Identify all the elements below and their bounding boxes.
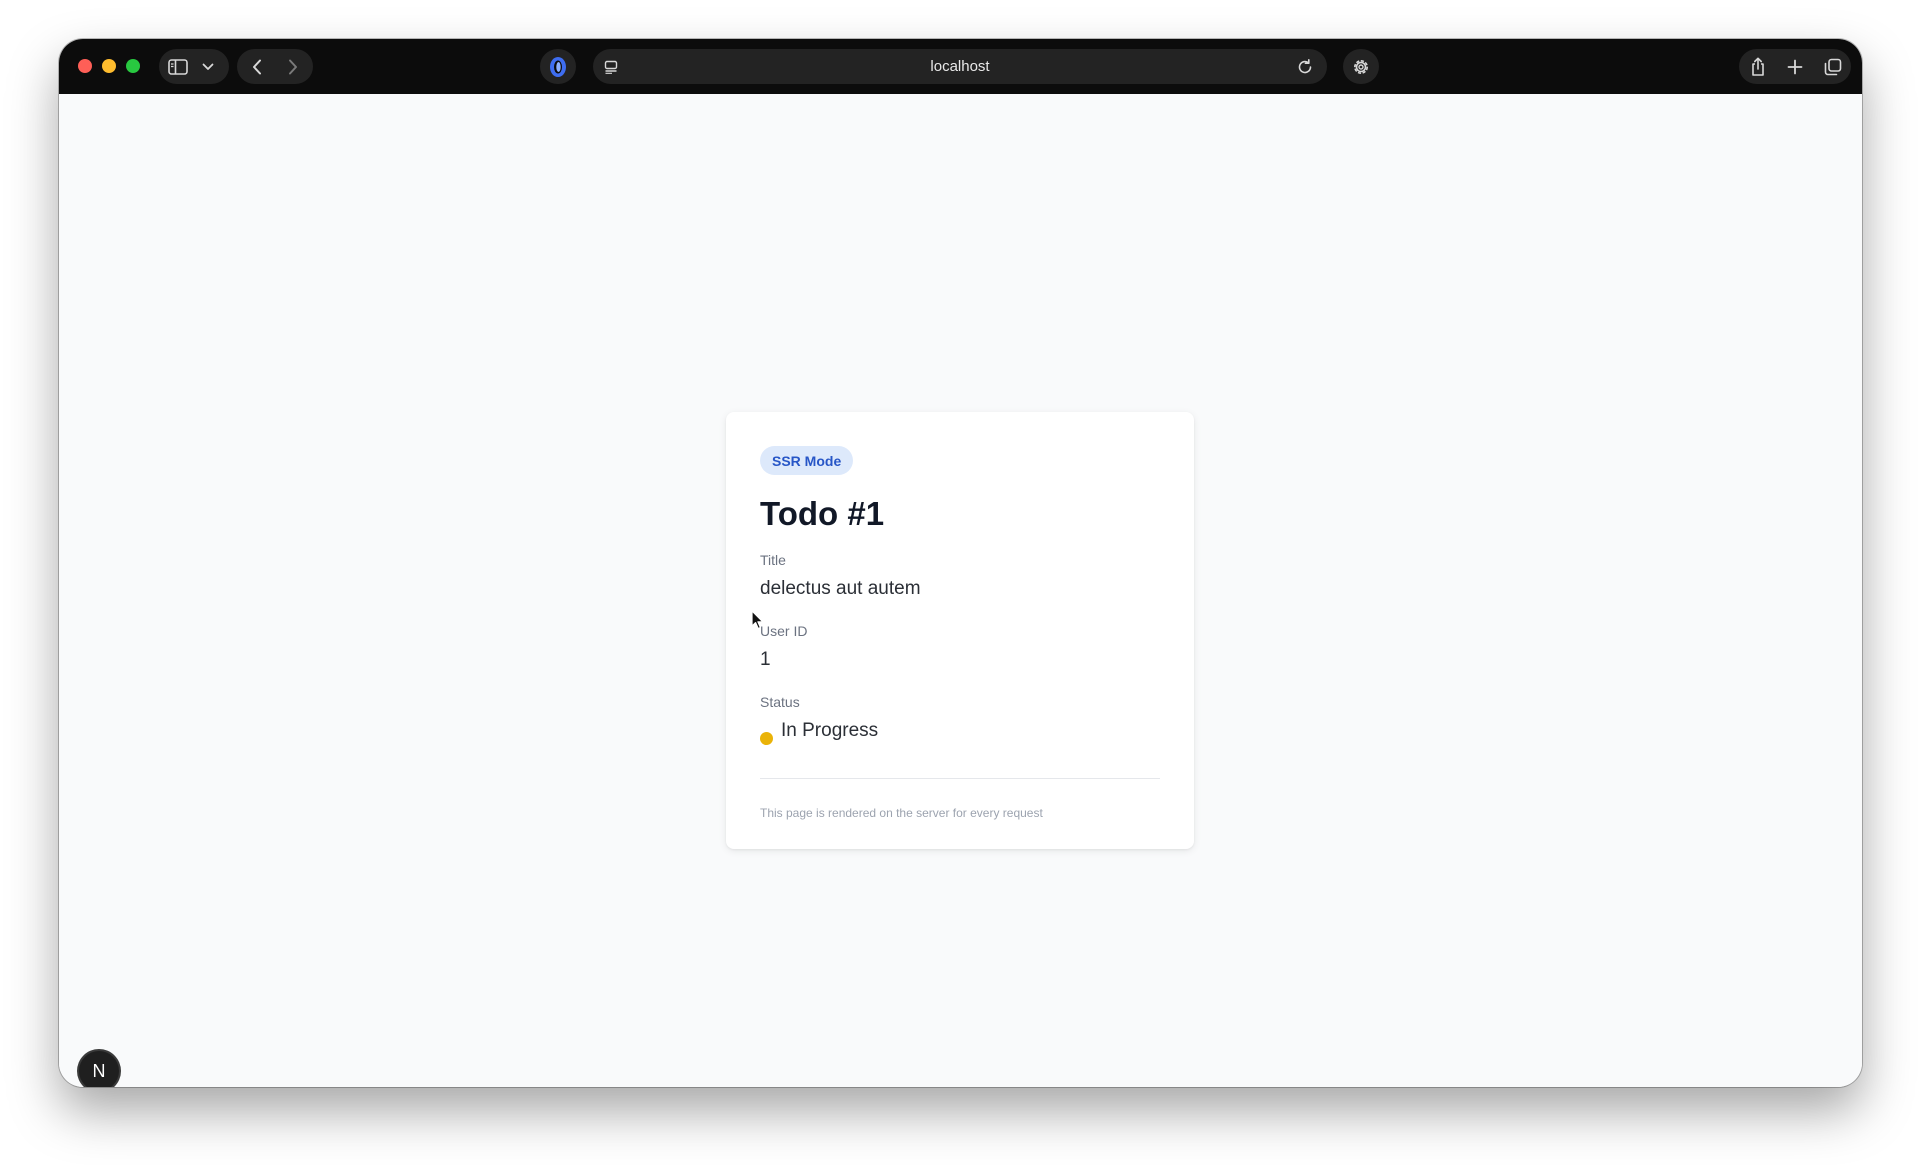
plus-icon[interactable] xyxy=(1782,55,1808,79)
chevron-right-icon[interactable] xyxy=(281,57,305,77)
browser-toolbar: localhost xyxy=(59,39,1862,94)
sidebar-icon[interactable] xyxy=(167,57,189,77)
address-bar[interactable]: localhost xyxy=(593,49,1327,84)
gear-icon[interactable] xyxy=(1343,49,1379,84)
render-footnote: This page is rendered on the server for … xyxy=(760,806,1043,820)
chevron-left-icon[interactable] xyxy=(245,57,269,77)
user-id-field-label: User ID xyxy=(760,623,808,639)
nextjs-dev-indicator[interactable]: N xyxy=(79,1051,119,1087)
page-title: Todo #1 xyxy=(760,495,885,532)
status-indicator-dot xyxy=(760,732,773,745)
close-window-button[interactable] xyxy=(78,59,92,73)
browser-window: localhost SSR Mode Todo #1 Title delectu… xyxy=(59,39,1862,1087)
reload-icon[interactable] xyxy=(1295,57,1315,77)
tabs-overview-icon[interactable] xyxy=(1820,55,1846,79)
todo-card: SSR Mode Todo #1 Title delectus aut aute… xyxy=(726,412,1194,849)
page-content: SSR Mode Todo #1 Title delectus aut aute… xyxy=(59,94,1862,1087)
nextjs-logo-letter: N xyxy=(92,1060,106,1081)
zoom-window-button[interactable] xyxy=(126,59,140,73)
title-field-value: delectus aut autem xyxy=(760,578,921,599)
title-field-label: Title xyxy=(760,552,786,568)
mode-badge: SSR Mode xyxy=(760,446,854,475)
status-field-value: In Progress xyxy=(781,720,879,741)
shield-icon[interactable] xyxy=(540,49,576,84)
user-id-field-value: 1 xyxy=(760,649,771,670)
share-icon[interactable] xyxy=(1745,55,1771,79)
chevron-down-icon[interactable] xyxy=(200,59,216,75)
mouse-cursor-icon xyxy=(751,610,765,635)
status-field-label: Status xyxy=(760,694,800,710)
url-text[interactable]: localhost xyxy=(593,49,1327,84)
card-divider xyxy=(760,778,1160,779)
minimize-window-button[interactable] xyxy=(102,59,116,73)
